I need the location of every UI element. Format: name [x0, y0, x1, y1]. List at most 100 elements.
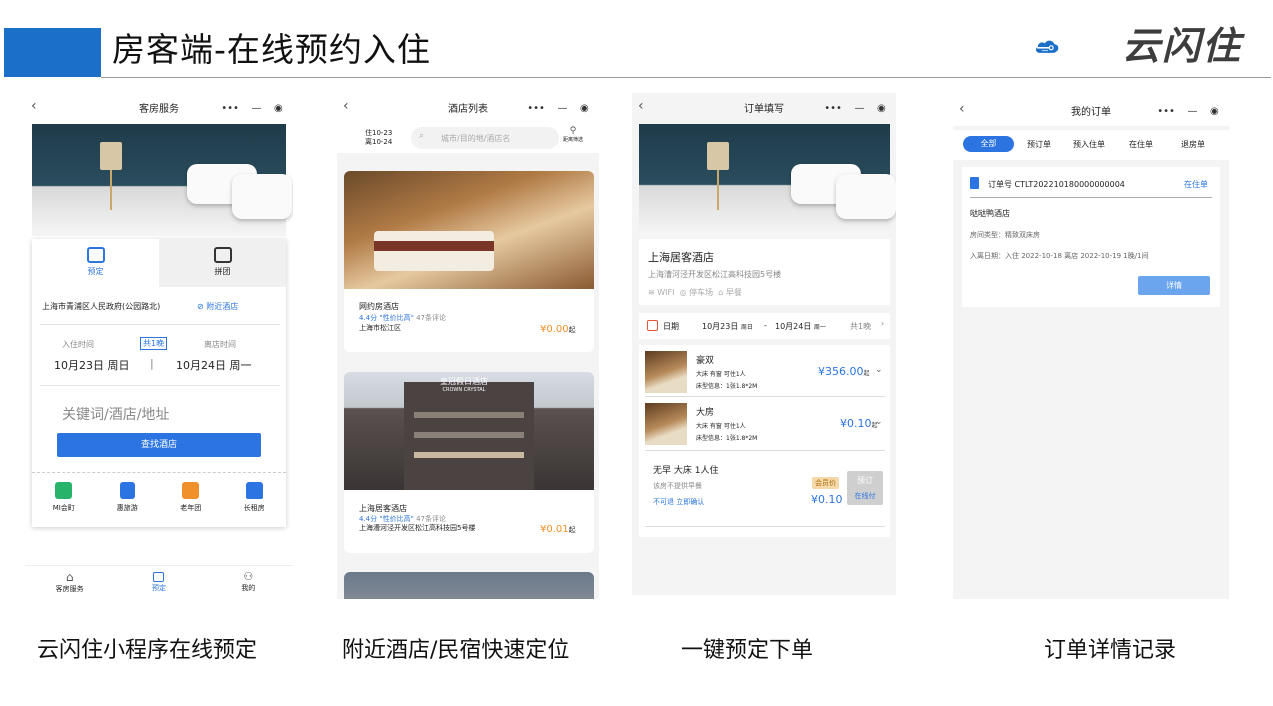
- more-icon[interactable]: •••: [527, 103, 545, 114]
- price-unit: 起: [568, 326, 576, 334]
- date-in-value: 10月23日: [702, 322, 739, 331]
- parking-icon: ◎: [679, 288, 687, 297]
- mini-program-capsule[interactable]: ••• — ◉: [818, 98, 892, 118]
- room-thumbnail: [645, 403, 687, 445]
- minimize-icon[interactable]: —: [557, 103, 567, 114]
- room-item[interactable]: 豪双 大床 有窗 可住1人 床型信息：1张1.8*2M ¥356.00起 ⌄: [645, 351, 885, 397]
- close-target-icon[interactable]: ◉: [877, 103, 886, 114]
- expand-icon[interactable]: ⌄: [875, 417, 883, 427]
- mi-icon: [55, 482, 73, 499]
- expand-icon[interactable]: ⌄: [875, 365, 883, 375]
- close-target-icon[interactable]: ◉: [580, 103, 589, 114]
- distance-filter[interactable]: ⚲ 距离筛选: [563, 126, 583, 143]
- bottom-tab-room-service[interactable]: ⌂ 客房服务: [40, 566, 100, 599]
- amenity-wifi: WIFI: [657, 288, 675, 297]
- tab-booked[interactable]: 预订单: [1027, 139, 1051, 150]
- window-row: [414, 412, 524, 418]
- cloud-logo-icon: [1035, 40, 1059, 53]
- compass-icon: ⊘: [197, 302, 204, 311]
- bottom-tab-mine[interactable]: ⚇ 我的: [218, 566, 278, 599]
- phone-order-form: ‹ 订单填写 ••• — ◉ 上海居客酒店 上海漕河泾开发区松江高科技园5号楼 …: [632, 93, 896, 595]
- minimize-icon[interactable]: —: [854, 103, 864, 114]
- breakfast-icon: ⌂: [718, 288, 724, 297]
- hotel-image: [344, 171, 594, 289]
- hotel-name: 上海居客酒店: [648, 251, 714, 264]
- price-value: ¥0.01: [540, 524, 569, 535]
- service-label: 老年团: [180, 504, 202, 512]
- more-icon[interactable]: •••: [221, 103, 239, 114]
- checkin-date[interactable]: 10月23日 周日: [54, 357, 130, 373]
- phone-hotel-list: ‹ 酒店列表 ••• — ◉ 住10-23 离10-24 ⌕ 城市/目的地/酒店…: [337, 93, 599, 599]
- home-icon: ⌂: [65, 570, 74, 584]
- calendar-icon: [153, 572, 165, 582]
- location-text[interactable]: 上海市青浦区人民政府(公园路北): [42, 301, 160, 312]
- divider: [40, 385, 280, 386]
- service-senior[interactable]: 老年团: [166, 482, 216, 522]
- hotel-sign: 皇冠假日酒店 CROWN CRYSTAL: [440, 376, 488, 393]
- tab-pre-checkin[interactable]: 预入住单: [1073, 139, 1105, 150]
- order-status: 在住单: [1184, 180, 1208, 189]
- bed-runner: [374, 241, 494, 251]
- order-detail-button[interactable]: 详情: [1138, 276, 1210, 295]
- header-accent-block: [4, 28, 101, 77]
- order-card[interactable]: 订单号 CTLT202210180000000004 在住单 哒哒鸭酒店 房间类…: [962, 167, 1220, 307]
- bed-shape: [374, 231, 494, 271]
- lamp-stand: [110, 170, 112, 210]
- nav-bar: ‹ 我的订单 ••• — ◉: [953, 96, 1229, 126]
- price-unit: 起: [863, 370, 870, 377]
- user-icon: ⚇: [243, 570, 254, 583]
- keyword-search-input[interactable]: 关键词/酒店/地址: [62, 404, 169, 424]
- divider: [970, 197, 1212, 198]
- price-unit: 起: [568, 526, 576, 534]
- find-hotel-button[interactable]: 查找酒店: [57, 433, 261, 457]
- sign-text: 皇冠假日酒店: [440, 377, 488, 386]
- minimize-icon[interactable]: —: [1187, 106, 1197, 117]
- sign-en: CROWN CRYSTAL: [442, 387, 486, 393]
- hotel-card[interactable]: 皇冠假日酒店 CROWN CRYSTAL 上海居客酒店 4.4分 "性价比高" …: [344, 372, 594, 553]
- date-separator: -: [764, 321, 767, 330]
- search-input[interactable]: ⌕ 城市/目的地/酒店名: [411, 127, 559, 149]
- price-value: ¥0.10: [840, 417, 872, 430]
- more-icon[interactable]: •••: [1157, 106, 1175, 117]
- hotel-price: ¥0.01起: [540, 524, 576, 535]
- tab-in-stay[interactable]: 在住单: [1129, 139, 1153, 150]
- service-mi[interactable]: MI会町: [39, 482, 89, 522]
- room-name: 大房: [696, 408, 715, 418]
- detail-label: 详情: [1166, 281, 1182, 290]
- tab-checkout[interactable]: 退房单: [1181, 139, 1205, 150]
- bottom-tab-book[interactable]: 预定: [129, 566, 189, 599]
- date-out: 10月24日 周一: [775, 321, 826, 332]
- service-travel[interactable]: 惠旅游: [102, 482, 152, 522]
- close-target-icon[interactable]: ◉: [1210, 106, 1219, 117]
- room-item[interactable]: 大房 大床 有窗 可住1人 床型信息：1张1.8*2M ¥0.10起 ⌄: [645, 403, 885, 451]
- date-selector[interactable]: 住10-23 离10-24: [365, 129, 392, 147]
- tab-group[interactable]: 拼团: [159, 239, 286, 287]
- more-icon[interactable]: •••: [824, 103, 842, 114]
- search-icon: ⌕: [419, 131, 425, 141]
- pillow: [232, 174, 292, 219]
- calendar-icon: [647, 320, 658, 331]
- wifi-icon: ≋: [648, 288, 655, 297]
- book-button[interactable]: 预订 在线付: [847, 471, 883, 505]
- caption-one-click-order: 一键预定下单: [681, 638, 814, 663]
- nearby-hotels-link[interactable]: ⊘ 附近酒店: [197, 301, 238, 312]
- date-row[interactable]: 日期 10月23日 周日 - 10月24日 周一 共1晚 ›: [639, 313, 890, 339]
- hotel-card-partial[interactable]: [344, 572, 594, 599]
- mini-program-capsule[interactable]: ••• — ◉: [215, 98, 289, 118]
- hotel-banner-image: [639, 124, 896, 234]
- tab-book[interactable]: 预定: [32, 239, 159, 287]
- room-desc: 大床 有窗 可住1人: [696, 371, 746, 378]
- date-out-value: 10月24日: [775, 322, 812, 331]
- rating-tag: "性价比高": [379, 314, 414, 322]
- minimize-icon[interactable]: —: [251, 103, 261, 114]
- checkout-date[interactable]: 10月24日 周一: [176, 357, 252, 373]
- mini-program-capsule[interactable]: ••• — ◉: [521, 98, 595, 118]
- phone-my-orders: ‹ 我的订单 ••• — ◉ 全部 预订单 预入住单 在住单 退房单 订单号 C…: [953, 96, 1229, 599]
- service-longstay[interactable]: 长租房: [229, 482, 279, 522]
- nav-bar: ‹ 酒店列表 ••• — ◉: [337, 93, 599, 123]
- tab-all[interactable]: 全部: [963, 136, 1014, 152]
- mini-program-capsule[interactable]: ••• — ◉: [1151, 101, 1225, 121]
- close-target-icon[interactable]: ◉: [274, 103, 283, 114]
- lamp-shade: [100, 142, 122, 170]
- hotel-card[interactable]: 网约房酒店 4.4分 "性价比高" 47条评论 上海市松江区 ¥0.00起: [344, 171, 594, 352]
